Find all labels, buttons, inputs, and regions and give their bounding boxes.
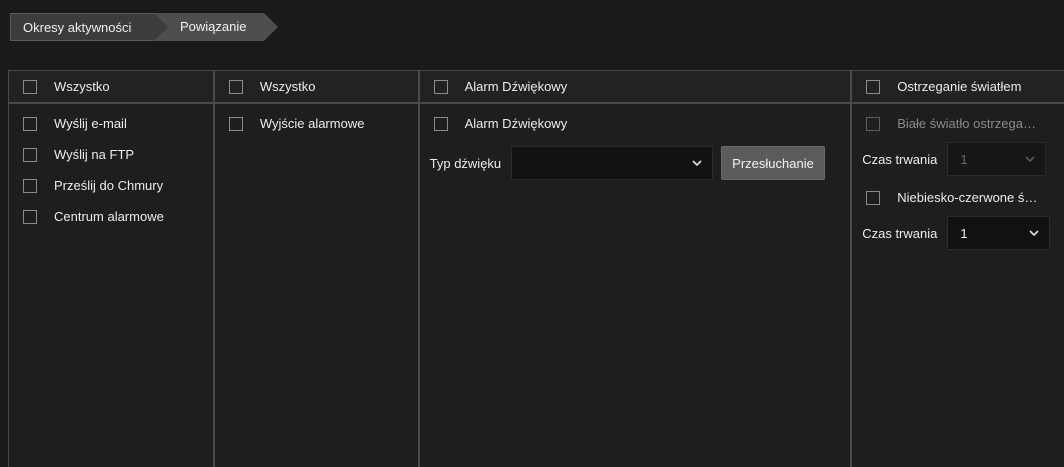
send-ftp-label: Wyślij na FTP (54, 147, 135, 162)
white-light-duration-select[interactable]: 1 (947, 142, 1047, 176)
alarm-output-label: Wyjście alarmowe (259, 116, 365, 131)
sound-type-label: Typ dźwięku (429, 155, 502, 171)
select-all-label: Wszystko (259, 79, 316, 94)
select-all-notifications-checkbox[interactable] (23, 79, 37, 94)
notification-header: Wszystko (9, 71, 213, 104)
sound-alarm-label: Alarm Dźwiękowy (464, 116, 568, 131)
upload-cloud-checkbox[interactable] (23, 178, 37, 193)
list-item: Alarm Dźwiękowy (420, 108, 851, 139)
send-email-checkbox[interactable] (23, 116, 37, 131)
list-item: Wyjście alarmowe (215, 108, 418, 139)
light-warning-all-checkbox[interactable] (866, 79, 881, 94)
list-item: Wyślij e-mail (9, 108, 213, 139)
send-ftp-checkbox[interactable] (23, 147, 37, 162)
light-warning-header-label: Ostrzeganie światłem (897, 79, 1022, 94)
chevron-down-icon (1025, 156, 1035, 163)
duration-label: Czas trwania (862, 225, 938, 241)
preview-sound-button[interactable]: Przesłuchanie (721, 146, 825, 180)
sound-alarm-all-checkbox[interactable] (433, 79, 448, 94)
tab-linkage[interactable]: Powiązanie (154, 13, 278, 41)
select-all-outputs-checkbox[interactable] (228, 79, 243, 94)
light-warning-header: Ostrzeganie światłem (852, 71, 1064, 104)
white-light-duration-value: 1 (960, 151, 968, 167)
sound-type-select[interactable] (511, 146, 714, 180)
send-email-label: Wyślij e-mail (54, 116, 127, 131)
linkage-panel: Wszystko Wyślij e-mail Wyślij na FTP Prz… (8, 70, 1064, 467)
light-warning-column: Ostrzeganie światłem Białe światło ostrz… (852, 71, 1064, 467)
white-light-label: Białe światło ostrzega… (897, 116, 1036, 131)
white-light-checkbox[interactable] (866, 116, 881, 131)
list-item: Białe światło ostrzega… (852, 108, 1064, 139)
linkage-settings-page: Okresy aktywności Powiązanie Wszystko Wy… (0, 0, 1064, 467)
duration-row-redblue: Czas trwania 1 (852, 216, 1064, 250)
list-item: Niebiesko-czerwone ś… (852, 182, 1064, 213)
select-all-label: Wszystko (54, 79, 110, 94)
list-item: Wyślij na FTP (9, 139, 213, 170)
alarm-output-column: Wszystko Wyjście alarmowe (214, 71, 420, 467)
chevron-down-icon (692, 160, 702, 167)
red-blue-duration-value: 1 (960, 225, 968, 241)
sound-alarm-header-label: Alarm Dźwiękowy (464, 79, 568, 94)
alarm-center-label: Centrum alarmowe (54, 209, 164, 224)
notification-column: Wszystko Wyślij e-mail Wyślij na FTP Prz… (9, 71, 215, 467)
alarm-output-checkbox[interactable] (228, 116, 243, 131)
red-blue-light-checkbox[interactable] (866, 190, 881, 205)
sound-alarm-checkbox[interactable] (433, 116, 448, 131)
sound-alarm-column: Alarm Dźwiękowy Alarm Dźwiękowy Typ dźwi… (419, 71, 853, 467)
red-blue-duration-select[interactable]: 1 (947, 216, 1051, 250)
red-blue-light-label: Niebiesko-czerwone ś… (897, 190, 1038, 205)
alarm-center-checkbox[interactable] (23, 209, 37, 224)
list-item: Prześlij do Chmury (9, 170, 213, 201)
list-item: Centrum alarmowe (9, 201, 213, 232)
sound-alarm-header: Alarm Dźwiękowy (419, 71, 851, 104)
duration-row-white: Czas trwania 1 (852, 142, 1064, 176)
upload-cloud-label: Prześlij do Chmury (54, 178, 164, 193)
chevron-down-icon (1029, 230, 1039, 237)
tab-activity-periods[interactable]: Okresy aktywności (10, 13, 168, 41)
alarm-output-header: Wszystko (214, 71, 418, 104)
sound-type-row: Typ dźwięku Przesłuchanie (420, 146, 851, 180)
duration-label: Czas trwania (862, 151, 938, 167)
breadcrumb: Okresy aktywności Powiązanie (10, 13, 278, 41)
